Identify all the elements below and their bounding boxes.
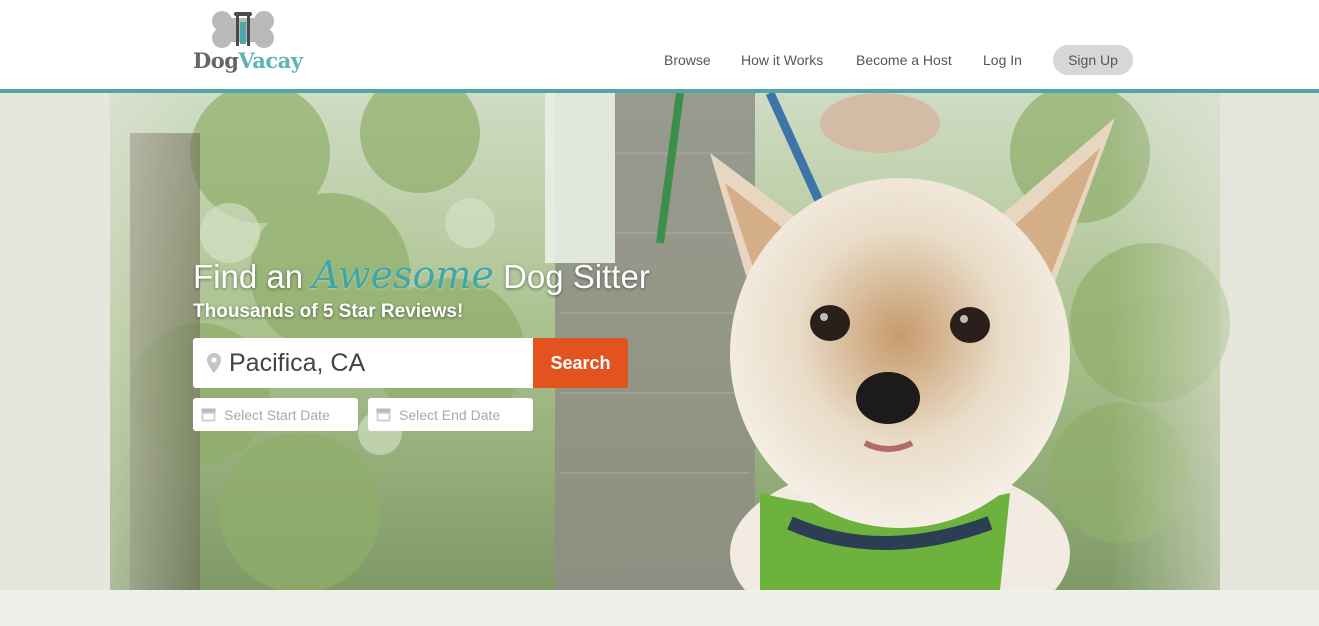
hero-section: Find an Awesome Dog Sitter Thousands of …: [0, 93, 1319, 590]
below-hero-band: [0, 590, 1319, 626]
location-input[interactable]: [229, 338, 519, 388]
main-nav: Browse How it Works Become a Host Log In…: [0, 45, 1319, 77]
calendar-icon: [376, 408, 391, 422]
start-date-field[interactable]: Select Start Date: [193, 398, 358, 431]
location-search-field[interactable]: [193, 338, 533, 388]
hero-title-prefix: Find an: [193, 258, 304, 295]
calendar-icon: [201, 408, 216, 422]
hero-title-suffix: Dog Sitter: [503, 258, 650, 295]
nav-log-in-link[interactable]: Log In: [983, 52, 1022, 68]
start-date-placeholder: Select Start Date: [224, 407, 330, 423]
search-button[interactable]: Search: [533, 338, 628, 388]
bone-suitcase-logo-icon: [212, 11, 274, 48]
nav-become-host-link[interactable]: Become a Host: [856, 52, 952, 68]
nav-browse-link[interactable]: Browse: [664, 52, 711, 68]
nav-how-it-works-link[interactable]: How it Works: [741, 52, 823, 68]
site-header: DogVacay Browse How it Works Become a Ho…: [0, 0, 1319, 89]
sign-up-button[interactable]: Sign Up: [1053, 45, 1133, 75]
hero-title: Find an Awesome Dog Sitter: [193, 253, 650, 297]
end-date-field[interactable]: Select End Date: [368, 398, 533, 431]
hero-title-awesome: Awesome: [312, 253, 494, 297]
hero-subtitle: Thousands of 5 Star Reviews!: [193, 301, 464, 322]
end-date-placeholder: Select End Date: [399, 407, 501, 423]
map-pin-icon: [207, 353, 221, 373]
